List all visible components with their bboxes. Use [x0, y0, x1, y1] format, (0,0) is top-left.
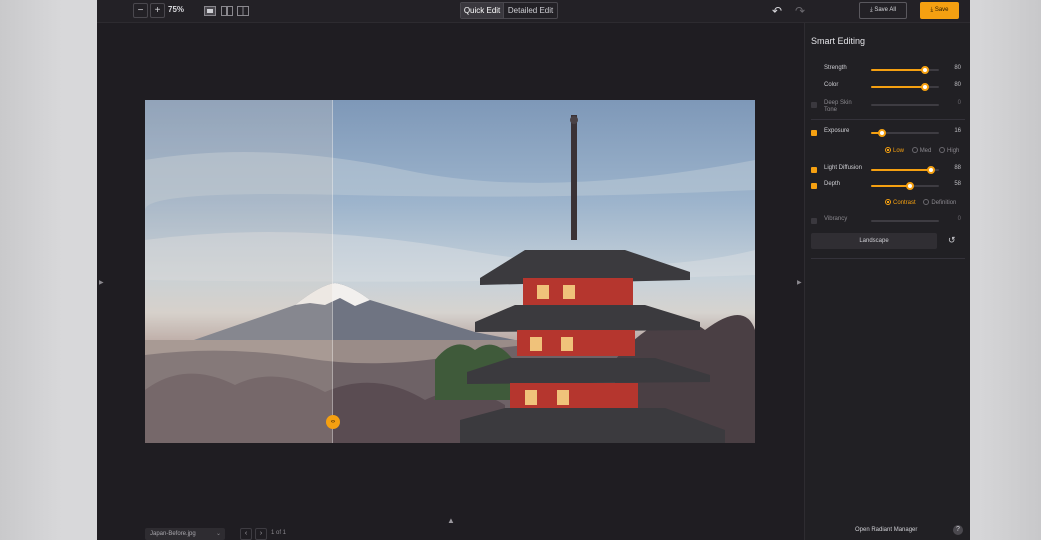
- zoom-in-button[interactable]: +: [150, 3, 165, 18]
- vibrancy-slider[interactable]: [871, 220, 939, 222]
- slider-row-deep-skin-tone: Deep Skin Tone 0: [811, 99, 965, 115]
- depth-slider[interactable]: [871, 182, 939, 190]
- depth-checkbox[interactable]: [811, 183, 817, 189]
- slider-value: 0: [957, 100, 961, 106]
- slider-label: Deep Skin Tone: [824, 100, 852, 113]
- prev-image-button[interactable]: ‹: [240, 528, 252, 540]
- save-button[interactable]: ⤓ Save: [920, 2, 959, 19]
- open-radiant-manager-link[interactable]: Open Radiant Manager: [855, 527, 917, 533]
- slider-value: 58: [954, 181, 961, 187]
- exposure-checkbox[interactable]: [811, 130, 817, 136]
- slider-row-exposure: Exposure 16: [811, 127, 965, 141]
- radio-dot-icon: [939, 147, 946, 153]
- zoom-level[interactable]: 75%: [168, 5, 184, 14]
- radio-dot-icon: [923, 199, 930, 205]
- save-all-button[interactable]: ⤓ Save All: [859, 2, 907, 19]
- zoom-out-button[interactable]: −: [133, 3, 148, 18]
- radio-label: Contrast: [893, 200, 916, 206]
- slider-knob[interactable]: [906, 182, 915, 190]
- editor-window: − + 75% Quick Edit Detailed Edit ↶ ↷ ⤓ S…: [97, 0, 970, 540]
- slider-fill: [871, 86, 926, 88]
- deep-skin-tone-checkbox[interactable]: [811, 102, 817, 108]
- exposure-mode-radios: Low Med High: [885, 147, 965, 157]
- radio-label: Med: [919, 148, 932, 154]
- radio-dot-icon: [885, 199, 891, 205]
- reset-icon[interactable]: ↺: [948, 235, 956, 246]
- vibrancy-checkbox[interactable]: [811, 218, 817, 224]
- color-slider[interactable]: [871, 83, 939, 91]
- help-icon[interactable]: ?: [953, 525, 963, 535]
- before-region: [145, 100, 333, 443]
- slider-row-color: Color 80: [811, 81, 965, 95]
- slider-label: Exposure: [824, 128, 850, 134]
- slider-row-light-diffusion: Light Diffusion 88: [811, 164, 965, 178]
- light-diffusion-slider[interactable]: [871, 166, 939, 174]
- radio-label: High: [947, 148, 960, 154]
- top-toolbar: − + 75% Quick Edit Detailed Edit ↶ ↷ ⤓ S…: [97, 0, 970, 23]
- smart-editing-panel: Smart Editing Strength 80 Color 80 Deep …: [804, 23, 970, 540]
- slider-value: 88: [954, 165, 961, 171]
- image-canvas: ▶ ▶ ‹› ▲ Japan-Before.jpg ⌄ ‹ › 1 of 1: [97, 23, 804, 540]
- image-file-select[interactable]: Japan-Before.jpg ⌄: [145, 528, 225, 540]
- slider-knob[interactable]: [921, 66, 930, 74]
- single-view-icon[interactable]: [204, 6, 216, 16]
- tab-quick-edit[interactable]: Quick Edit: [461, 3, 504, 18]
- slider-knob[interactable]: [877, 129, 886, 137]
- radio-low[interactable]: Low: [885, 147, 904, 154]
- slider-value: 80: [954, 65, 961, 71]
- deep-skin-tone-slider[interactable]: [871, 104, 939, 106]
- side-by-side-view-icon[interactable]: [221, 6, 233, 16]
- slider-row-strength: Strength 80: [811, 64, 965, 78]
- slider-label: Depth: [824, 181, 841, 187]
- photo-preview[interactable]: ‹›: [145, 100, 755, 443]
- tab-detailed-edit[interactable]: Detailed Edit: [503, 3, 557, 18]
- radio-dot-icon: [885, 147, 891, 153]
- slider-value: 0: [957, 216, 961, 222]
- split-line[interactable]: [332, 100, 333, 443]
- slider-label: Light Diffusion: [824, 165, 862, 171]
- slider-value: 16: [954, 128, 961, 134]
- redo-icon[interactable]: ↷: [795, 4, 805, 18]
- split-view-icon[interactable]: [237, 6, 249, 16]
- slider-knob[interactable]: [921, 83, 930, 91]
- left-panel-toggle-icon[interactable]: ▶: [99, 279, 104, 286]
- slider-row-vibrancy: Vibrancy 0: [811, 215, 965, 229]
- slider-knob[interactable]: [926, 166, 935, 174]
- slider-label: Vibrancy: [824, 216, 848, 222]
- depth-mode-radios: Contrast Definition: [885, 199, 962, 209]
- radio-med[interactable]: Med: [911, 147, 932, 154]
- radio-label: Definition: [931, 200, 957, 206]
- slider-label: Color: [824, 82, 839, 88]
- radio-high[interactable]: High: [939, 147, 959, 154]
- radio-dot-icon: [911, 147, 918, 153]
- image-file-name: Japan-Before.jpg: [150, 531, 196, 537]
- radio-definition[interactable]: Definition: [923, 199, 956, 206]
- radio-contrast[interactable]: Contrast: [885, 199, 916, 206]
- exposure-slider[interactable]: [871, 129, 939, 137]
- slider-label: Strength: [824, 65, 847, 71]
- slider-fill: [871, 69, 926, 71]
- light-diffusion-checkbox[interactable]: [811, 167, 817, 173]
- slider-row-depth: Depth 58: [811, 180, 965, 194]
- right-panel-toggle-icon[interactable]: ▶: [797, 279, 802, 286]
- radio-label: Low: [893, 148, 905, 154]
- slider-value: 80: [954, 82, 961, 88]
- edit-mode-tabs: Quick Edit Detailed Edit: [460, 2, 558, 19]
- undo-icon[interactable]: ↶: [772, 4, 782, 18]
- filmstrip-toggle-icon[interactable]: ▲: [447, 516, 455, 525]
- page-info: 1 of 1: [271, 530, 287, 536]
- split-handle[interactable]: ‹›: [326, 415, 340, 429]
- chevron-down-icon: ⌄: [215, 531, 221, 537]
- divider: [811, 258, 965, 259]
- strength-slider[interactable]: [871, 66, 939, 74]
- slider-fill: [871, 169, 931, 171]
- next-image-button[interactable]: ›: [255, 528, 267, 540]
- landscape-preset-button[interactable]: Landscape: [811, 233, 937, 249]
- divider: [811, 119, 965, 120]
- slider-fill: [871, 185, 911, 187]
- panel-title: Smart Editing: [811, 36, 866, 46]
